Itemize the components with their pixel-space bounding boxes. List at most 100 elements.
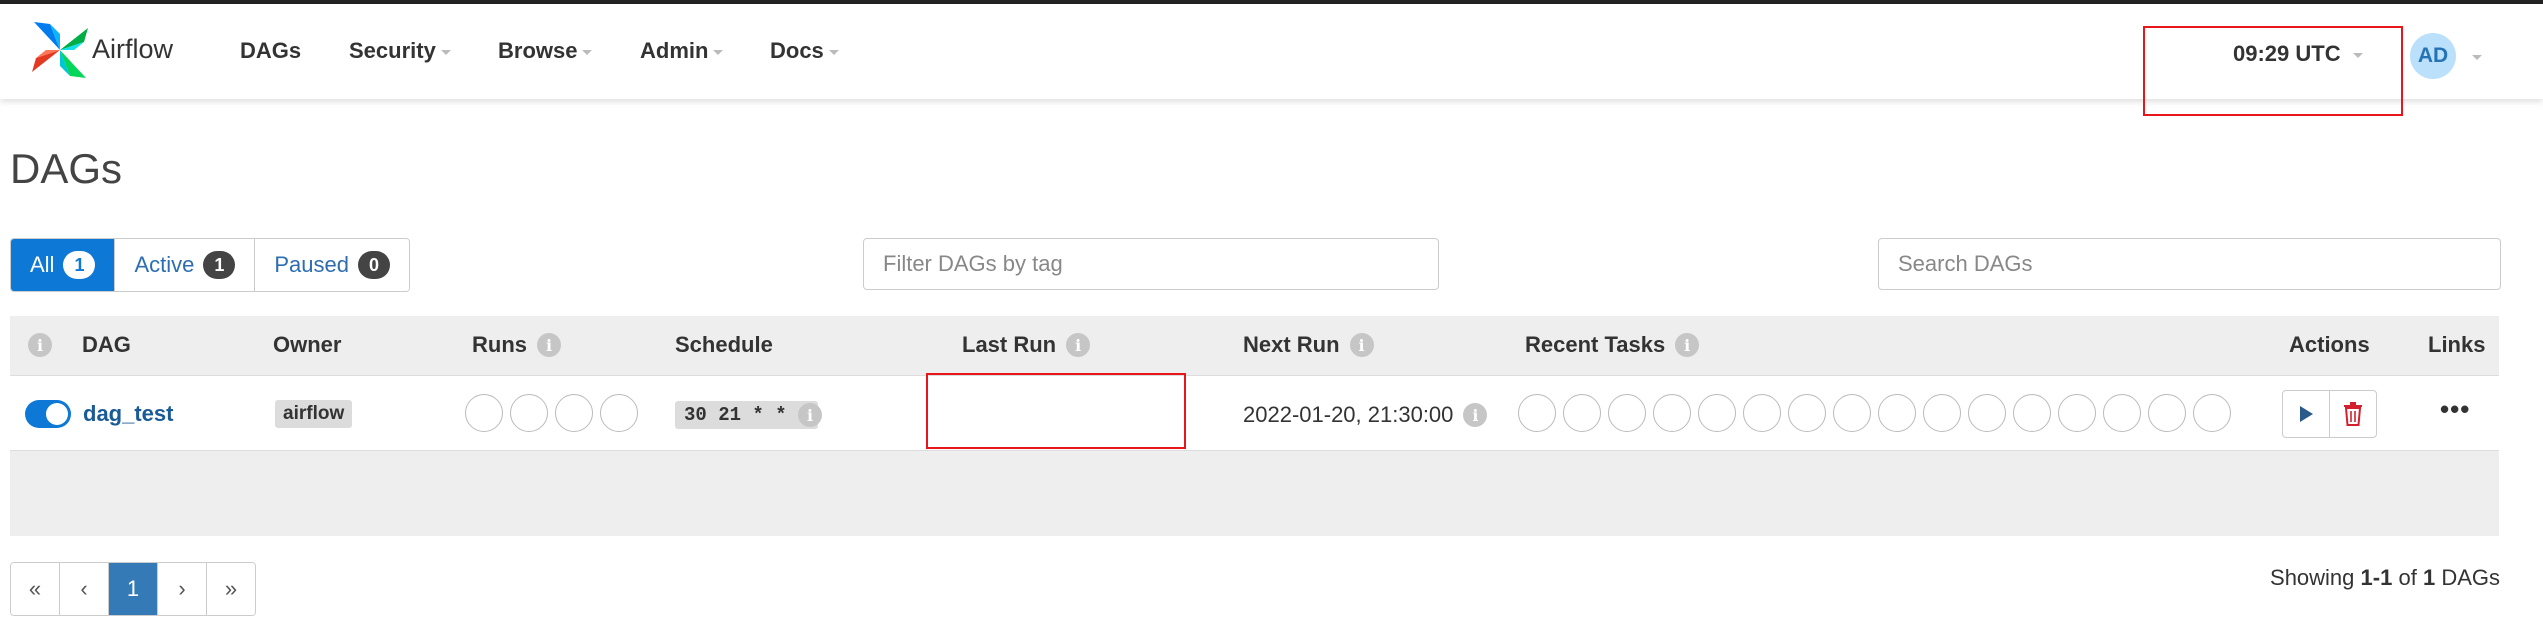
page-next-button[interactable]: ›	[158, 563, 207, 615]
header-label: Recent Tasks	[1525, 332, 1666, 357]
nav-item-label: Admin	[640, 38, 709, 63]
next-run-value: 2022-01-20, 21:30:00	[1243, 402, 1454, 427]
caret-down-icon	[582, 50, 593, 55]
page-current-button[interactable]: 1	[109, 563, 158, 615]
run-state-circle[interactable]	[555, 394, 593, 432]
nav-item-admin[interactable]: Admin	[640, 38, 724, 64]
summary-total: 1	[2422, 565, 2436, 590]
info-icon[interactable]: i	[28, 333, 52, 357]
count-badge: 1	[203, 251, 236, 279]
header-label: Links	[2428, 332, 2486, 357]
page-prev-button[interactable]: ‹	[60, 563, 109, 615]
task-state-circle[interactable]	[1608, 394, 1646, 432]
dag-id-link[interactable]: dag_test	[83, 401, 173, 427]
info-icon[interactable]: i	[1463, 403, 1488, 427]
status-filter-group: All 1 Active 1 Paused 0	[10, 238, 410, 292]
summary-prefix: Showing	[2270, 565, 2355, 590]
column-header-last-run[interactable]: Last Run i	[962, 332, 1091, 358]
page-last-button[interactable]: »	[207, 563, 255, 615]
run-state-circle[interactable]	[510, 394, 548, 432]
info-icon[interactable]: i	[1349, 333, 1374, 357]
task-state-circle[interactable]	[2193, 394, 2231, 432]
trash-icon	[2344, 402, 2362, 426]
task-state-circle[interactable]	[1743, 394, 1781, 432]
task-state-circle[interactable]	[1788, 394, 1826, 432]
user-menu-caret-icon[interactable]	[2472, 55, 2482, 60]
task-state-circle[interactable]	[2148, 394, 2186, 432]
column-header-recent-tasks: Recent Tasks i	[1525, 332, 1700, 358]
nav-item-label: DAGs	[240, 38, 302, 63]
nav-item-label: Security	[349, 38, 436, 63]
caret-down-icon	[440, 50, 451, 55]
table-row: dag_test airflow 30 21 * * * i 2022-01-2…	[10, 375, 2499, 451]
summary-suffix: DAGs	[2441, 565, 2500, 590]
page-title: DAGs	[10, 145, 123, 192]
task-state-circle[interactable]	[1518, 394, 1556, 432]
avatar-initials: AD	[2417, 44, 2449, 67]
info-icon[interactable]: i	[1066, 333, 1091, 357]
delete-dag-button[interactable]	[2330, 391, 2376, 437]
task-state-circle[interactable]	[1878, 394, 1916, 432]
task-state-circle[interactable]	[1968, 394, 2006, 432]
info-icon[interactable]: i	[1675, 333, 1700, 357]
nav-item-docs[interactable]: Docs	[770, 38, 839, 64]
schedule-tag[interactable]: 30 21 * * *	[675, 401, 819, 429]
user-avatar[interactable]: AD	[2410, 33, 2456, 79]
next-run-cell: 2022-01-20, 21:30:00 i	[1243, 402, 1488, 428]
app-name[interactable]: Airflow	[92, 34, 173, 65]
nav-item-label: Browse	[498, 38, 578, 63]
page-first-button[interactable]: «	[11, 563, 60, 615]
summary-range: 1-1	[2360, 565, 2393, 590]
status-filter-label: Paused	[274, 252, 349, 277]
tag-filter-input[interactable]	[863, 238, 1439, 290]
task-state-circle[interactable]	[2058, 394, 2096, 432]
nav-item-browse[interactable]: Browse	[498, 38, 593, 64]
column-header-dag[interactable]: DAG	[82, 332, 131, 358]
nav-item-label: Docs	[770, 38, 824, 63]
run-state-circle[interactable]	[600, 394, 638, 432]
task-state-circle[interactable]	[1698, 394, 1736, 432]
play-icon	[2300, 406, 2313, 422]
recent-tasks-status	[1518, 394, 2238, 432]
nav-item-dags[interactable]: DAGs	[240, 38, 301, 64]
results-summary: Showing 1-1 of 1 DAGs	[2270, 565, 2500, 591]
search-dags-input[interactable]	[1878, 238, 2501, 290]
caret-down-icon	[713, 50, 724, 55]
airflow-logo-icon[interactable]	[30, 20, 90, 80]
dag-actions	[2282, 390, 2377, 438]
column-header-actions: Actions	[2289, 332, 2370, 358]
trigger-dag-button[interactable]	[2283, 391, 2330, 437]
pagination: « ‹ 1 › »	[10, 562, 256, 616]
highlight-box-clock	[2143, 26, 2403, 116]
column-header-schedule[interactable]: Schedule	[675, 332, 773, 358]
task-state-circle[interactable]	[1563, 394, 1601, 432]
header-label: Actions	[2289, 332, 2370, 357]
column-header-owner[interactable]: Owner	[273, 332, 341, 358]
count-badge: 0	[358, 251, 390, 279]
caret-down-icon	[828, 50, 839, 55]
header-label: Owner	[273, 332, 342, 357]
task-state-circle[interactable]	[1923, 394, 1961, 432]
owner-tag[interactable]: airflow	[275, 400, 353, 428]
info-icon[interactable]: i	[798, 403, 822, 427]
run-state-circle[interactable]	[465, 394, 503, 432]
task-state-circle[interactable]	[1653, 394, 1691, 432]
column-header-next-run[interactable]: Next Run i	[1243, 332, 1374, 358]
pause-toggle[interactable]	[25, 400, 71, 428]
header-label: DAG	[82, 332, 131, 357]
header-label: Runs	[472, 332, 527, 357]
status-filter-label: All	[30, 252, 55, 277]
task-state-circle[interactable]	[2103, 394, 2141, 432]
links-menu-ellipsis-icon[interactable]: •••	[2440, 394, 2470, 425]
status-filter-all[interactable]: All 1	[11, 239, 116, 291]
dag-runs-status	[465, 394, 645, 432]
status-filter-paused[interactable]: Paused 0	[255, 239, 409, 291]
info-icon[interactable]: i	[537, 333, 561, 357]
header-label: Next Run	[1243, 332, 1340, 357]
nav-item-security[interactable]: Security	[349, 38, 451, 64]
header-label: Schedule	[675, 332, 773, 357]
status-filter-active[interactable]: Active 1	[115, 239, 256, 291]
task-state-circle[interactable]	[2013, 394, 2051, 432]
task-state-circle[interactable]	[1833, 394, 1871, 432]
dags-table: i DAG Owner Runs i Schedule Last Run i N…	[10, 316, 2499, 536]
